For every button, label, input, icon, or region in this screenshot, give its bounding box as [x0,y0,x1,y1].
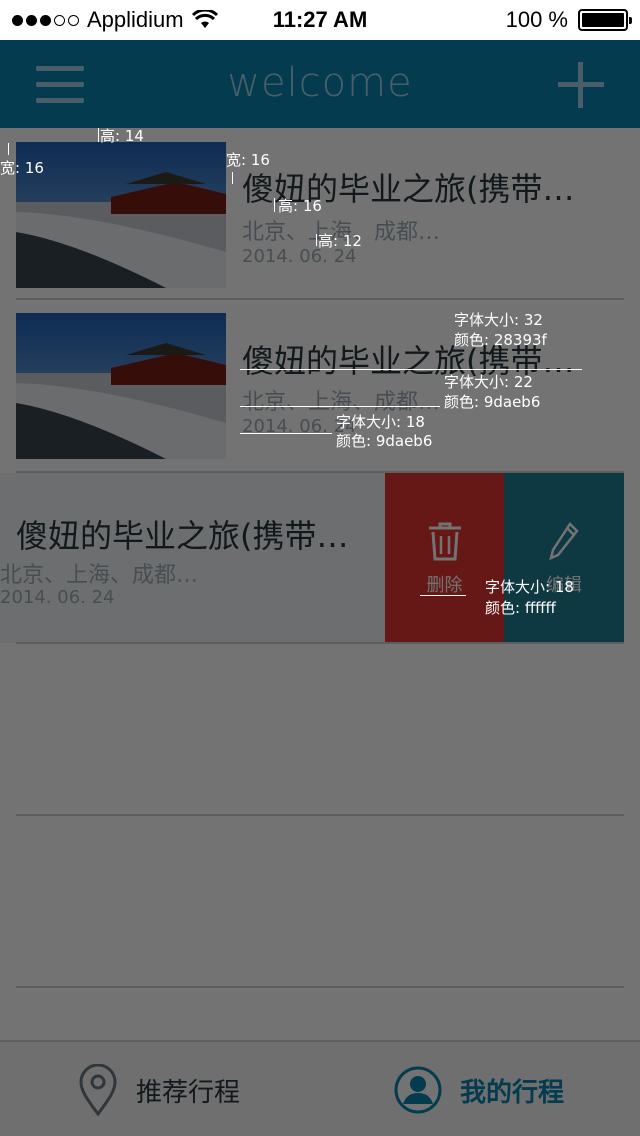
measure-tick [98,128,99,142]
tab-mine[interactable]: 我的行程 [394,1042,564,1136]
annotation-underline [240,369,582,370]
measure-tick [316,234,317,246]
page-title: welcome [227,60,413,106]
trip-thumbnail [16,142,226,288]
row-divider [16,986,624,988]
annotation-action-size: 字体大小: 18 [485,578,574,596]
trip-cities: 北京、上海、成都… [0,563,199,588]
location-pin-icon [79,1064,117,1116]
annotation-title-color: 颜色: 28393f [454,331,547,349]
trip-row-2[interactable]: 傻妞的毕业之旅(携带… 北京、上海、成都… 2014. 06. 24 [0,300,640,473]
pencil-icon [549,522,579,561]
trash-icon [429,522,461,561]
annotation-underline [420,595,466,596]
annotation-title-size: 字体大小: 32 [454,311,543,329]
tab-recommend-label: 推荐行程 [136,1077,241,1108]
annotation-height-12: 高: 12 [318,232,362,250]
status-right: 100 % [505,7,632,33]
annotation-width-16-left: 宽: 16 [0,159,44,177]
annotation-date-color: 颜色: 9daeb6 [336,432,433,450]
trip-thumbnail [16,313,226,459]
row-divider [16,814,624,816]
annotation-height-16: 高: 16 [278,197,322,215]
annotation-action-color: 颜色: ffffff [485,599,556,617]
measure-tick [232,172,233,184]
plus-icon[interactable] [558,62,604,108]
annotation-underline [240,406,440,407]
status-bar: Applidium 11:27 AM 100 % [0,0,640,40]
user-avatar-icon [394,1066,442,1114]
annotation-date-size: 字体大小: 18 [336,413,425,431]
annotation-underline [240,433,332,434]
battery-percent: 100 % [505,7,568,32]
battery-icon [578,9,632,31]
tab-mine-label: 我的行程 [460,1077,565,1108]
trip-date: 2014. 06. 24 [0,587,115,608]
tab-recommend[interactable]: 推荐行程 [78,1042,240,1136]
measure-tick [274,198,275,212]
annotation-width-16-right: 宽: 16 [226,151,270,169]
annotation-cities-size: 字体大小: 22 [444,373,533,391]
trip-title: 傻妞的毕业之旅(携带… [16,517,349,555]
annotation-cities-color: 颜色: 9daeb6 [444,393,541,411]
annotation-height-14: 高: 14 [100,127,144,145]
measure-tick [8,143,9,155]
row-divider [16,642,624,644]
tab-bar: 推荐行程 我的行程 [0,1040,640,1136]
nav-bar: welcome [0,40,640,128]
